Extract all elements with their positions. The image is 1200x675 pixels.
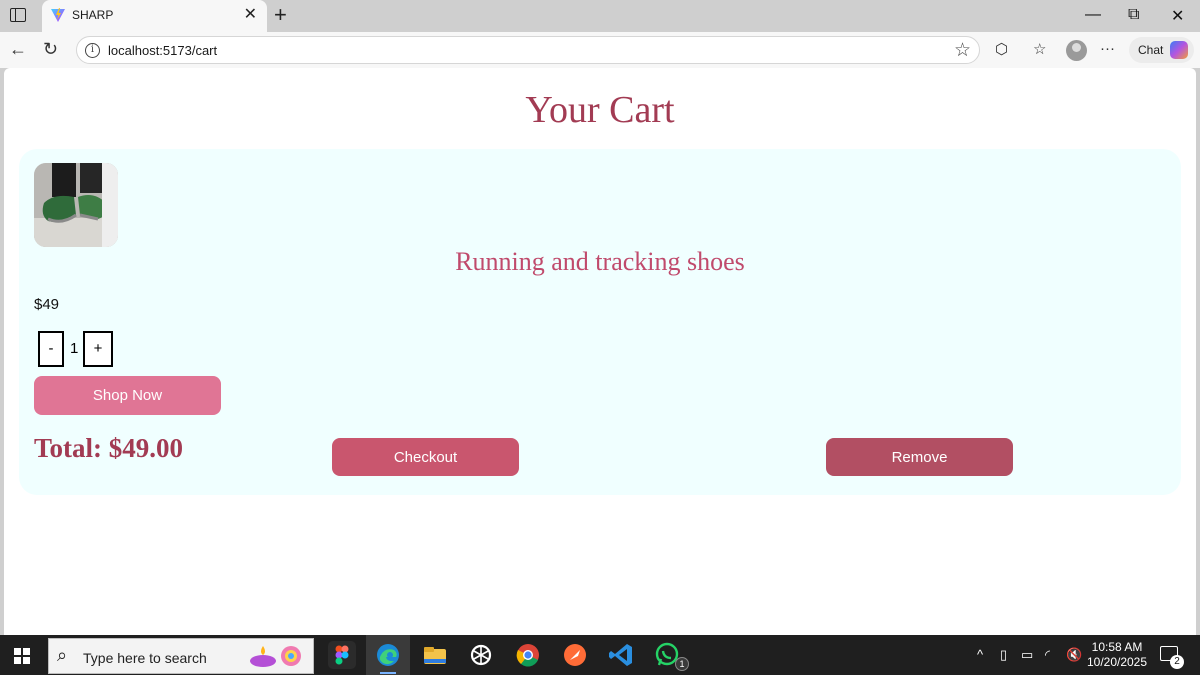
- chatgpt-icon[interactable]: [467, 641, 495, 669]
- url-text[interactable]: localhost:5173/cart: [108, 43, 217, 58]
- restore-button[interactable]: ⧉: [1128, 6, 1139, 24]
- search-icon: ⌕: [57, 645, 68, 665]
- file-explorer-icon[interactable]: [421, 641, 449, 669]
- tab-title: SHARP: [72, 8, 114, 22]
- quantity-decrement-button[interactable]: -: [38, 331, 64, 367]
- volume-mute-icon[interactable]: 🔇: [1066, 647, 1082, 663]
- figma-icon[interactable]: [328, 641, 356, 669]
- product-price: $49: [34, 296, 60, 313]
- whatsapp-badge: 1: [675, 657, 689, 671]
- browser-tab[interactable]: SHARP ✕: [42, 0, 267, 32]
- windows-start-icon[interactable]: [14, 648, 30, 664]
- page-viewport: Your Cart Running and tracking shoes $49…: [4, 68, 1196, 635]
- vite-favicon-icon: [51, 8, 65, 22]
- remove-button[interactable]: Remove: [826, 438, 1013, 476]
- favorite-star-icon[interactable]: ☆: [954, 39, 971, 62]
- address-bar[interactable]: i localhost:5173/cart ☆: [76, 36, 980, 64]
- address-toolbar: ← ↻ i localhost:5173/cart ☆ ⬡ ☆ ··· Chat: [0, 32, 1200, 68]
- notification-count-badge: 2: [1170, 655, 1184, 669]
- device-icon[interactable]: ▯: [1000, 647, 1007, 663]
- edge-icon: [377, 644, 399, 666]
- product-name: Running and tracking shoes: [455, 247, 745, 276]
- site-info-icon[interactable]: i: [85, 43, 100, 58]
- shop-now-button[interactable]: Shop Now: [34, 376, 221, 415]
- sidebar-toggle-icon[interactable]: [10, 8, 26, 22]
- clock-date: 10/20/2025: [1086, 655, 1148, 669]
- new-tab-button[interactable]: +: [274, 3, 287, 27]
- refresh-icon[interactable]: ↻: [43, 39, 58, 59]
- postman-icon[interactable]: [561, 641, 589, 669]
- profile-avatar[interactable]: [1066, 40, 1087, 61]
- diwali-lamp-icon: [250, 646, 301, 667]
- minimize-button[interactable]: —: [1085, 6, 1101, 24]
- copilot-chat-button[interactable]: Chat: [1129, 37, 1194, 63]
- taskbar-search-box[interactable]: ⌕ Type here to search: [48, 638, 314, 674]
- quantity-increment-button[interactable]: +: [83, 331, 113, 367]
- windows-taskbar: ⌕ Type here to search 1 ^ ▯ ▭ ◜ 🔇 10:58 …: [0, 635, 1200, 675]
- quantity-value: 1: [70, 340, 79, 357]
- window-close-button[interactable]: ✕: [1171, 6, 1184, 26]
- battery-icon[interactable]: ▭: [1021, 647, 1033, 663]
- checkout-button[interactable]: Checkout: [332, 438, 519, 476]
- show-hidden-icons-icon[interactable]: ^: [977, 647, 983, 662]
- clock-time: 10:58 AM: [1091, 640, 1143, 654]
- copilot-icon: [1170, 41, 1188, 59]
- cart-item-card: Running and tracking shoes $49 - 1 + Sho…: [19, 149, 1181, 495]
- favorites-icon[interactable]: ☆: [1033, 40, 1046, 58]
- extensions-icon[interactable]: ⬡: [995, 40, 1008, 58]
- chrome-icon[interactable]: [514, 641, 542, 669]
- edge-taskbar-active[interactable]: [366, 635, 410, 675]
- wifi-icon[interactable]: ◜: [1045, 647, 1050, 663]
- chat-label: Chat: [1138, 43, 1164, 57]
- system-clock[interactable]: 10:58 AM 10/20/2025: [1086, 640, 1148, 670]
- more-menu-icon[interactable]: ···: [1100, 40, 1115, 57]
- search-placeholder: Type here to search: [83, 650, 207, 666]
- back-arrow-icon[interactable]: ←: [9, 39, 27, 59]
- page-title: Your Cart: [525, 89, 675, 131]
- cart-total: Total: $49.00: [34, 433, 184, 463]
- shoe-photo-icon: [34, 163, 118, 247]
- tab-close-icon[interactable]: ✕: [244, 7, 257, 23]
- vscode-icon[interactable]: [607, 641, 635, 669]
- product-image: [34, 163, 118, 247]
- browser-tab-strip: SHARP ✕ + — ⧉ ✕: [0, 0, 1200, 32]
